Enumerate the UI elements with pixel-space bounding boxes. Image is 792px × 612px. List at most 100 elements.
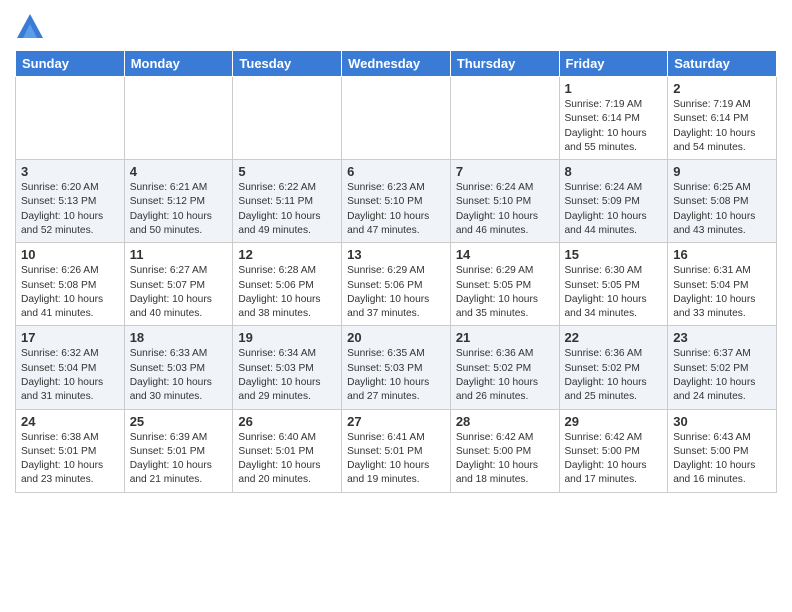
calendar-cell-6: 6 Sunrise: 6:23 AM Sunset: 5:10 PM Daylig… xyxy=(342,160,451,243)
day-number: 21 xyxy=(456,330,554,345)
logo xyxy=(15,10,49,40)
calendar-cell-18: 18 Sunrise: 6:33 AM Sunset: 5:03 PM Dayli… xyxy=(124,326,233,409)
day-info: Sunrise: 6:24 AM Sunset: 5:10 PM Dayligh… xyxy=(456,181,554,238)
day-info: Sunrise: 7:19 AM Sunset: 6:14 PM Dayligh… xyxy=(673,98,771,155)
calendar-week-4: 24 Sunrise: 6:38 AM Sunset: 5:01 PM Dayli… xyxy=(16,409,777,492)
calendar-header-thursday: Thursday xyxy=(450,51,559,77)
day-number: 27 xyxy=(347,414,445,429)
calendar-cell-19: 19 Sunrise: 6:34 AM Sunset: 5:03 PM Dayli… xyxy=(233,326,342,409)
calendar-header-row: SundayMondayTuesdayWednesdayThursdayFrid… xyxy=(16,51,777,77)
calendar-cell-2: 2 Sunrise: 7:19 AM Sunset: 6:14 PM Daylig… xyxy=(668,77,777,160)
day-number: 26 xyxy=(238,414,336,429)
day-info: Sunrise: 6:36 AM Sunset: 5:02 PM Dayligh… xyxy=(456,347,554,404)
day-info: Sunrise: 6:34 AM Sunset: 5:03 PM Dayligh… xyxy=(238,347,336,404)
calendar-cell-29: 29 Sunrise: 6:42 AM Sunset: 5:00 PM Dayli… xyxy=(559,409,668,492)
calendar-header-saturday: Saturday xyxy=(668,51,777,77)
day-info: Sunrise: 6:41 AM Sunset: 5:01 PM Dayligh… xyxy=(347,431,445,488)
day-info: Sunrise: 6:28 AM Sunset: 5:06 PM Dayligh… xyxy=(238,264,336,321)
calendar-cell-23: 23 Sunrise: 6:37 AM Sunset: 5:02 PM Dayli… xyxy=(668,326,777,409)
day-number: 24 xyxy=(21,414,119,429)
page: SundayMondayTuesdayWednesdayThursdayFrid… xyxy=(0,0,792,508)
calendar-header-monday: Monday xyxy=(124,51,233,77)
header xyxy=(15,10,777,40)
calendar-cell-13: 13 Sunrise: 6:29 AM Sunset: 5:06 PM Dayli… xyxy=(342,243,451,326)
day-number: 20 xyxy=(347,330,445,345)
calendar-cell-30: 30 Sunrise: 6:43 AM Sunset: 5:00 PM Dayli… xyxy=(668,409,777,492)
day-number: 18 xyxy=(130,330,228,345)
logo-icon xyxy=(15,10,45,40)
day-number: 8 xyxy=(565,164,663,179)
day-info: Sunrise: 6:42 AM Sunset: 5:00 PM Dayligh… xyxy=(565,431,663,488)
day-number: 29 xyxy=(565,414,663,429)
calendar-cell-15: 15Sunrise: 6:30 AM Sunset: 5:05 PM Dayli… xyxy=(559,243,668,326)
day-number: 4 xyxy=(130,164,228,179)
calendar-cell-empty xyxy=(450,77,559,160)
calendar-week-0: 1Sunrise: 7:19 AM Sunset: 6:14 PM Daylig… xyxy=(16,77,777,160)
day-info: Sunrise: 6:39 AM Sunset: 5:01 PM Dayligh… xyxy=(130,431,228,488)
day-number: 12 xyxy=(238,247,336,262)
day-number: 11 xyxy=(130,247,228,262)
day-number: 6 xyxy=(347,164,445,179)
calendar-week-1: 3Sunrise: 6:20 AM Sunset: 5:13 PM Daylig… xyxy=(16,160,777,243)
day-number: 2 xyxy=(673,81,771,96)
calendar-cell-20: 20Sunrise: 6:35 AM Sunset: 5:03 PM Dayli… xyxy=(342,326,451,409)
day-number: 17 xyxy=(21,330,119,345)
day-number: 15 xyxy=(565,247,663,262)
calendar-cell-empty xyxy=(342,77,451,160)
calendar-cell-27: 27 Sunrise: 6:41 AM Sunset: 5:01 PM Dayli… xyxy=(342,409,451,492)
day-info: Sunrise: 6:37 AM Sunset: 5:02 PM Dayligh… xyxy=(673,347,771,404)
calendar-week-3: 17 Sunrise: 6:32 AM Sunset: 5:04 PM Dayli… xyxy=(16,326,777,409)
day-info: Sunrise: 7:19 AM Sunset: 6:14 PM Dayligh… xyxy=(565,98,663,155)
day-info: Sunrise: 6:23 AM Sunset: 5:10 PM Dayligh… xyxy=(347,181,445,238)
day-info: Sunrise: 6:25 AM Sunset: 5:08 PM Dayligh… xyxy=(673,181,771,238)
day-info: Sunrise: 6:43 AM Sunset: 5:00 PM Dayligh… xyxy=(673,431,771,488)
calendar-cell-28: 28 Sunrise: 6:42 AM Sunset: 5:00 PM Dayli… xyxy=(450,409,559,492)
calendar-cell-26: 26Sunrise: 6:40 AM Sunset: 5:01 PM Dayli… xyxy=(233,409,342,492)
calendar-week-2: 10Sunrise: 6:26 AM Sunset: 5:08 PM Dayli… xyxy=(16,243,777,326)
day-info: Sunrise: 6:33 AM Sunset: 5:03 PM Dayligh… xyxy=(130,347,228,404)
day-number: 25 xyxy=(130,414,228,429)
day-info: Sunrise: 6:21 AM Sunset: 5:12 PM Dayligh… xyxy=(130,181,228,238)
day-info: Sunrise: 6:29 AM Sunset: 5:06 PM Dayligh… xyxy=(347,264,445,321)
calendar-cell-empty xyxy=(16,77,125,160)
day-number: 28 xyxy=(456,414,554,429)
calendar-cell-10: 10Sunrise: 6:26 AM Sunset: 5:08 PM Dayli… xyxy=(16,243,125,326)
day-info: Sunrise: 6:36 AM Sunset: 5:02 PM Dayligh… xyxy=(565,347,663,404)
day-info: Sunrise: 6:38 AM Sunset: 5:01 PM Dayligh… xyxy=(21,431,119,488)
day-number: 30 xyxy=(673,414,771,429)
day-info: Sunrise: 6:31 AM Sunset: 5:04 PM Dayligh… xyxy=(673,264,771,321)
calendar-cell-7: 7 Sunrise: 6:24 AM Sunset: 5:10 PM Daylig… xyxy=(450,160,559,243)
day-info: Sunrise: 6:27 AM Sunset: 5:07 PM Dayligh… xyxy=(130,264,228,321)
calendar-header-friday: Friday xyxy=(559,51,668,77)
day-number: 23 xyxy=(673,330,771,345)
calendar-cell-1: 1Sunrise: 7:19 AM Sunset: 6:14 PM Daylig… xyxy=(559,77,668,160)
day-info: Sunrise: 6:22 AM Sunset: 5:11 PM Dayligh… xyxy=(238,181,336,238)
calendar-cell-8: 8 Sunrise: 6:24 AM Sunset: 5:09 PM Daylig… xyxy=(559,160,668,243)
day-number: 22 xyxy=(565,330,663,345)
day-info: Sunrise: 6:29 AM Sunset: 5:05 PM Dayligh… xyxy=(456,264,554,321)
calendar-header-tuesday: Tuesday xyxy=(233,51,342,77)
calendar-cell-9: 9Sunrise: 6:25 AM Sunset: 5:08 PM Daylig… xyxy=(668,160,777,243)
day-number: 13 xyxy=(347,247,445,262)
calendar-cell-3: 3Sunrise: 6:20 AM Sunset: 5:13 PM Daylig… xyxy=(16,160,125,243)
day-info: Sunrise: 6:32 AM Sunset: 5:04 PM Dayligh… xyxy=(21,347,119,404)
day-number: 10 xyxy=(21,247,119,262)
day-number: 5 xyxy=(238,164,336,179)
calendar-cell-4: 4 Sunrise: 6:21 AM Sunset: 5:12 PM Daylig… xyxy=(124,160,233,243)
calendar-cell-17: 17 Sunrise: 6:32 AM Sunset: 5:04 PM Dayli… xyxy=(16,326,125,409)
day-number: 19 xyxy=(238,330,336,345)
day-number: 14 xyxy=(456,247,554,262)
calendar-cell-empty xyxy=(124,77,233,160)
calendar-cell-11: 11 Sunrise: 6:27 AM Sunset: 5:07 PM Dayli… xyxy=(124,243,233,326)
day-info: Sunrise: 6:20 AM Sunset: 5:13 PM Dayligh… xyxy=(21,181,119,238)
day-info: Sunrise: 6:42 AM Sunset: 5:00 PM Dayligh… xyxy=(456,431,554,488)
calendar-cell-21: 21 Sunrise: 6:36 AM Sunset: 5:02 PM Dayli… xyxy=(450,326,559,409)
calendar-cell-5: 5 Sunrise: 6:22 AM Sunset: 5:11 PM Daylig… xyxy=(233,160,342,243)
calendar-cell-24: 24 Sunrise: 6:38 AM Sunset: 5:01 PM Dayli… xyxy=(16,409,125,492)
day-info: Sunrise: 6:24 AM Sunset: 5:09 PM Dayligh… xyxy=(565,181,663,238)
calendar-header-sunday: Sunday xyxy=(16,51,125,77)
day-number: 7 xyxy=(456,164,554,179)
calendar-cell-empty xyxy=(233,77,342,160)
calendar-cell-25: 25 Sunrise: 6:39 AM Sunset: 5:01 PM Dayli… xyxy=(124,409,233,492)
day-number: 16 xyxy=(673,247,771,262)
